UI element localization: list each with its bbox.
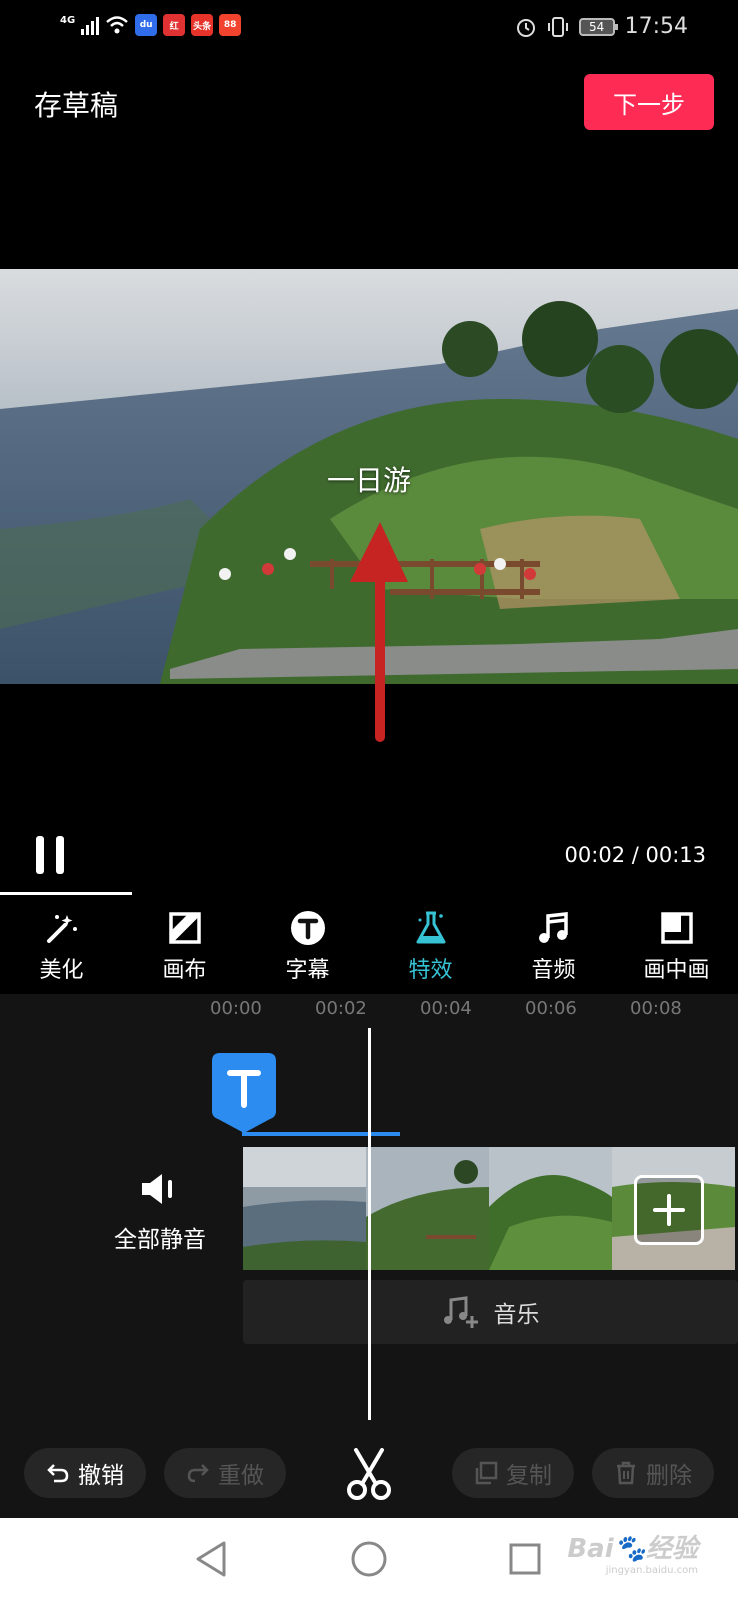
baidu-watermark: Bai🐾经验 jingyan.baidu.com [567,1534,698,1576]
ruler-tick: 00:00 [210,998,262,1019]
mute-all-button[interactable]: 全部静音 [100,1172,220,1254]
undo-icon [47,1464,69,1483]
ruler-tick: 00:02 [315,998,367,1019]
music-add-icon [443,1296,478,1328]
home-nav-icon[interactable] [350,1540,388,1578]
battery-icon: 54 [578,17,618,36]
tab-audio[interactable]: 音频 [492,910,615,994]
redo-button[interactable]: 重做 [164,1448,286,1498]
undo-label: 撤销 [78,1463,124,1489]
speaker-icon [142,1174,172,1204]
text-track-marker[interactable] [212,1053,276,1135]
text-track-bar[interactable] [242,1132,400,1136]
add-clip-button[interactable] [634,1175,704,1245]
ruler-tick: 00:06 [525,998,577,1019]
canvas-icon [167,910,203,946]
pause-button[interactable] [36,836,72,876]
tab-label: 美化 [39,958,84,983]
tab-effects[interactable]: 特效 [369,910,492,994]
add-music-track[interactable]: 音乐 [243,1280,738,1344]
redo-icon [187,1464,209,1483]
redo-label: 重做 [218,1463,264,1489]
paw-icon: 🐾 [613,1534,646,1564]
baidu-app-icon: du [135,14,158,36]
flask-icon [413,910,449,946]
delete-label: 删除 [646,1463,692,1489]
signal-icon [81,15,100,35]
ruler-tick: 00:04 [420,998,472,1019]
playback-progress [0,892,132,895]
time-display: 00:02 / 00:13 [564,843,706,867]
undo-button[interactable]: 撤销 [24,1448,146,1498]
orange-app-icon: 88 [219,14,242,36]
tab-beautify[interactable]: 美化 [0,910,123,994]
delete-button[interactable]: 删除 [592,1448,714,1498]
network-type: 4G [60,15,76,26]
copy-button[interactable]: 复制 [452,1448,574,1498]
tab-label: 特效 [408,958,453,983]
toutiao-app-icon: 头条 [191,14,214,36]
vibrate-icon [547,16,568,37]
clip-thumbnail[interactable] [243,1147,366,1270]
clip-thumbnail[interactable] [489,1147,612,1270]
magic-wand-icon [44,910,80,946]
next-step-button[interactable]: 下一步 [584,74,714,130]
video-caption[interactable]: 一日游 [0,459,738,499]
copy-icon [475,1461,498,1485]
red-app-icon: 红 [163,14,186,36]
trash-icon [617,1461,635,1485]
tab-label: 画中画 [643,958,710,983]
plus-icon [653,1194,685,1226]
clip-thumbnail[interactable] [366,1147,489,1270]
tab-label: 字幕 [285,958,330,983]
mute-all-label: 全部静音 [114,1227,206,1253]
tab-picture-in-picture[interactable]: 画中画 [615,910,738,994]
picture-in-picture-icon [659,910,695,946]
tab-canvas[interactable]: 画布 [123,910,246,994]
music-note-icon [536,910,572,946]
copy-label: 复制 [506,1463,552,1489]
save-draft-button[interactable]: 存草稿 [34,84,118,124]
back-nav-icon[interactable] [194,1540,228,1578]
ruler-tick: 00:08 [630,998,682,1019]
wifi-icon [106,16,129,34]
text-t-icon [290,910,326,946]
time-ruler: 00:00 00:02 00:04 00:06 00:08 [210,998,738,1028]
alarm-icon [516,18,535,37]
tool-tabs: 美化 画布 字幕 特效 音频 画中画 [0,910,738,994]
tab-label: 画布 [162,958,207,983]
tab-label: 音频 [531,958,576,983]
playhead[interactable] [368,1028,371,1420]
status-bar: 4G du 红 头条 88 54 17:54 [0,0,738,58]
tab-subtitle[interactable]: 字幕 [246,910,369,994]
annotation-arrow [350,522,408,742]
music-label: 音乐 [493,1302,540,1328]
clock: 17:54 [624,14,688,39]
split-scissors-button[interactable] [344,1448,394,1500]
recents-nav-icon[interactable] [508,1542,542,1576]
